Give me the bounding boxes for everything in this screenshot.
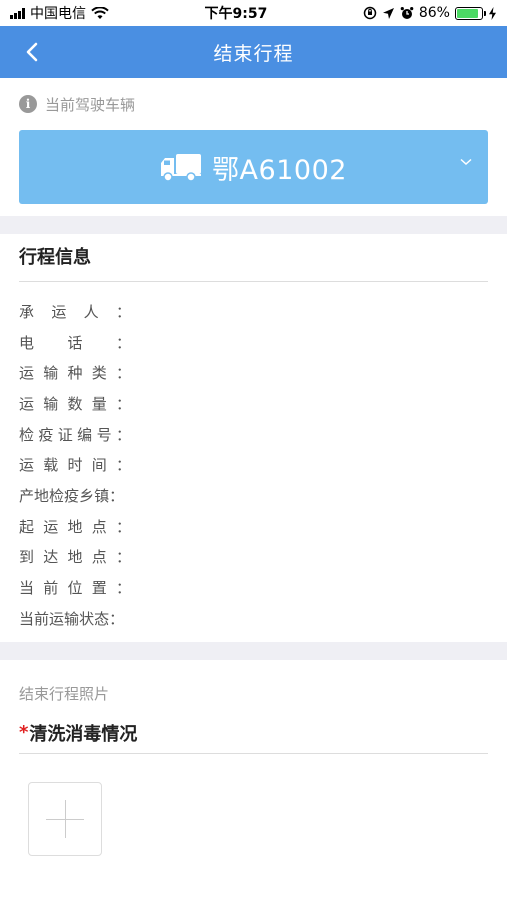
charging-icon: [488, 6, 496, 20]
info-row: 承运人：: [19, 296, 488, 327]
upload-photo-button[interactable]: [28, 782, 102, 856]
info-label: 运输种类：: [19, 364, 131, 383]
battery-level: [456, 8, 478, 18]
info-label: 检疫证编号：: [19, 425, 131, 444]
photo-title-text: 清洗消毒情况: [29, 723, 138, 745]
truck-icon: [161, 154, 202, 182]
status-bar: 中国电信 下午9:57 86%: [0, 0, 507, 26]
trip-info-title: 行程信息: [19, 234, 488, 282]
chevron-down-icon: [460, 158, 472, 166]
page-title: 结束行程: [213, 42, 294, 65]
status-time: 下午9:57: [204, 6, 268, 22]
status-right: 86%: [363, 5, 497, 21]
battery-icon: [454, 6, 486, 20]
required-mark: *: [19, 722, 29, 743]
info-icon: i: [19, 95, 37, 113]
vehicle-hint: i 当前驾驶车辆: [19, 92, 488, 116]
back-button[interactable]: [18, 38, 46, 66]
info-label: 承运人：: [19, 302, 131, 321]
vehicle-section: i 当前驾驶车辆 鄂A61002: [0, 78, 507, 216]
info-row: 起运地点：: [19, 511, 488, 542]
vehicle-select[interactable]: 鄂A61002: [19, 130, 488, 204]
info-row: 到达地点：: [19, 542, 488, 573]
trip-info-list: 承运人： 电话： 运输种类： 运输数量： 检疫证编号： 运载时间： 产地检疫乡镇： 起运地点：…: [19, 282, 488, 634]
battery-percent: 86%: [418, 5, 450, 21]
info-row: 运输数量：: [19, 388, 488, 419]
info-row: 电话：: [19, 327, 488, 358]
info-label: 当前位置：: [19, 579, 131, 598]
trip-info-section: 行程信息 承运人： 电话： 运输种类： 运输数量： 检疫证编号： 运载时间： 产地检疫乡镇：…: [0, 234, 507, 642]
vehicle-hint-text: 当前驾驶车辆: [45, 95, 136, 114]
info-row: 运输种类：: [19, 357, 488, 388]
info-label: 到达地点：: [19, 548, 131, 567]
section-divider: [0, 216, 507, 234]
photo-title: * 清洗消毒情况: [19, 712, 488, 754]
info-row: 当前运输状态：: [19, 603, 488, 634]
photo-hint: 结束行程照片: [19, 685, 110, 703]
info-label: 运载时间：: [19, 456, 131, 475]
plate-number: 鄂A61002: [212, 154, 347, 186]
info-label: 起运地点：: [19, 517, 131, 536]
nav-bar: 结束行程: [0, 26, 507, 78]
info-label: 产地检疫乡镇：: [19, 486, 125, 505]
carrier-name: 中国电信: [30, 6, 86, 22]
info-label: 当前运输状态：: [19, 609, 125, 628]
orientation-lock-icon: [363, 6, 377, 20]
info-row: 运载时间：: [19, 449, 488, 480]
wifi-icon: [91, 6, 109, 19]
info-label: 电话：: [19, 333, 131, 352]
section-divider: [0, 642, 507, 660]
photo-section: 结束行程照片 * 清洗消毒情况: [0, 660, 507, 856]
signal-icon: [10, 7, 25, 19]
info-label: 运输数量：: [19, 394, 131, 413]
alarm-icon: [400, 7, 414, 19]
info-row: 检疫证编号：: [19, 419, 488, 450]
info-row: 当前位置：: [19, 572, 488, 603]
status-left: 中国电信: [10, 3, 109, 23]
info-row: 产地检疫乡镇：: [19, 480, 488, 511]
location-icon: [382, 7, 394, 19]
chevron-left-icon: [26, 42, 38, 62]
